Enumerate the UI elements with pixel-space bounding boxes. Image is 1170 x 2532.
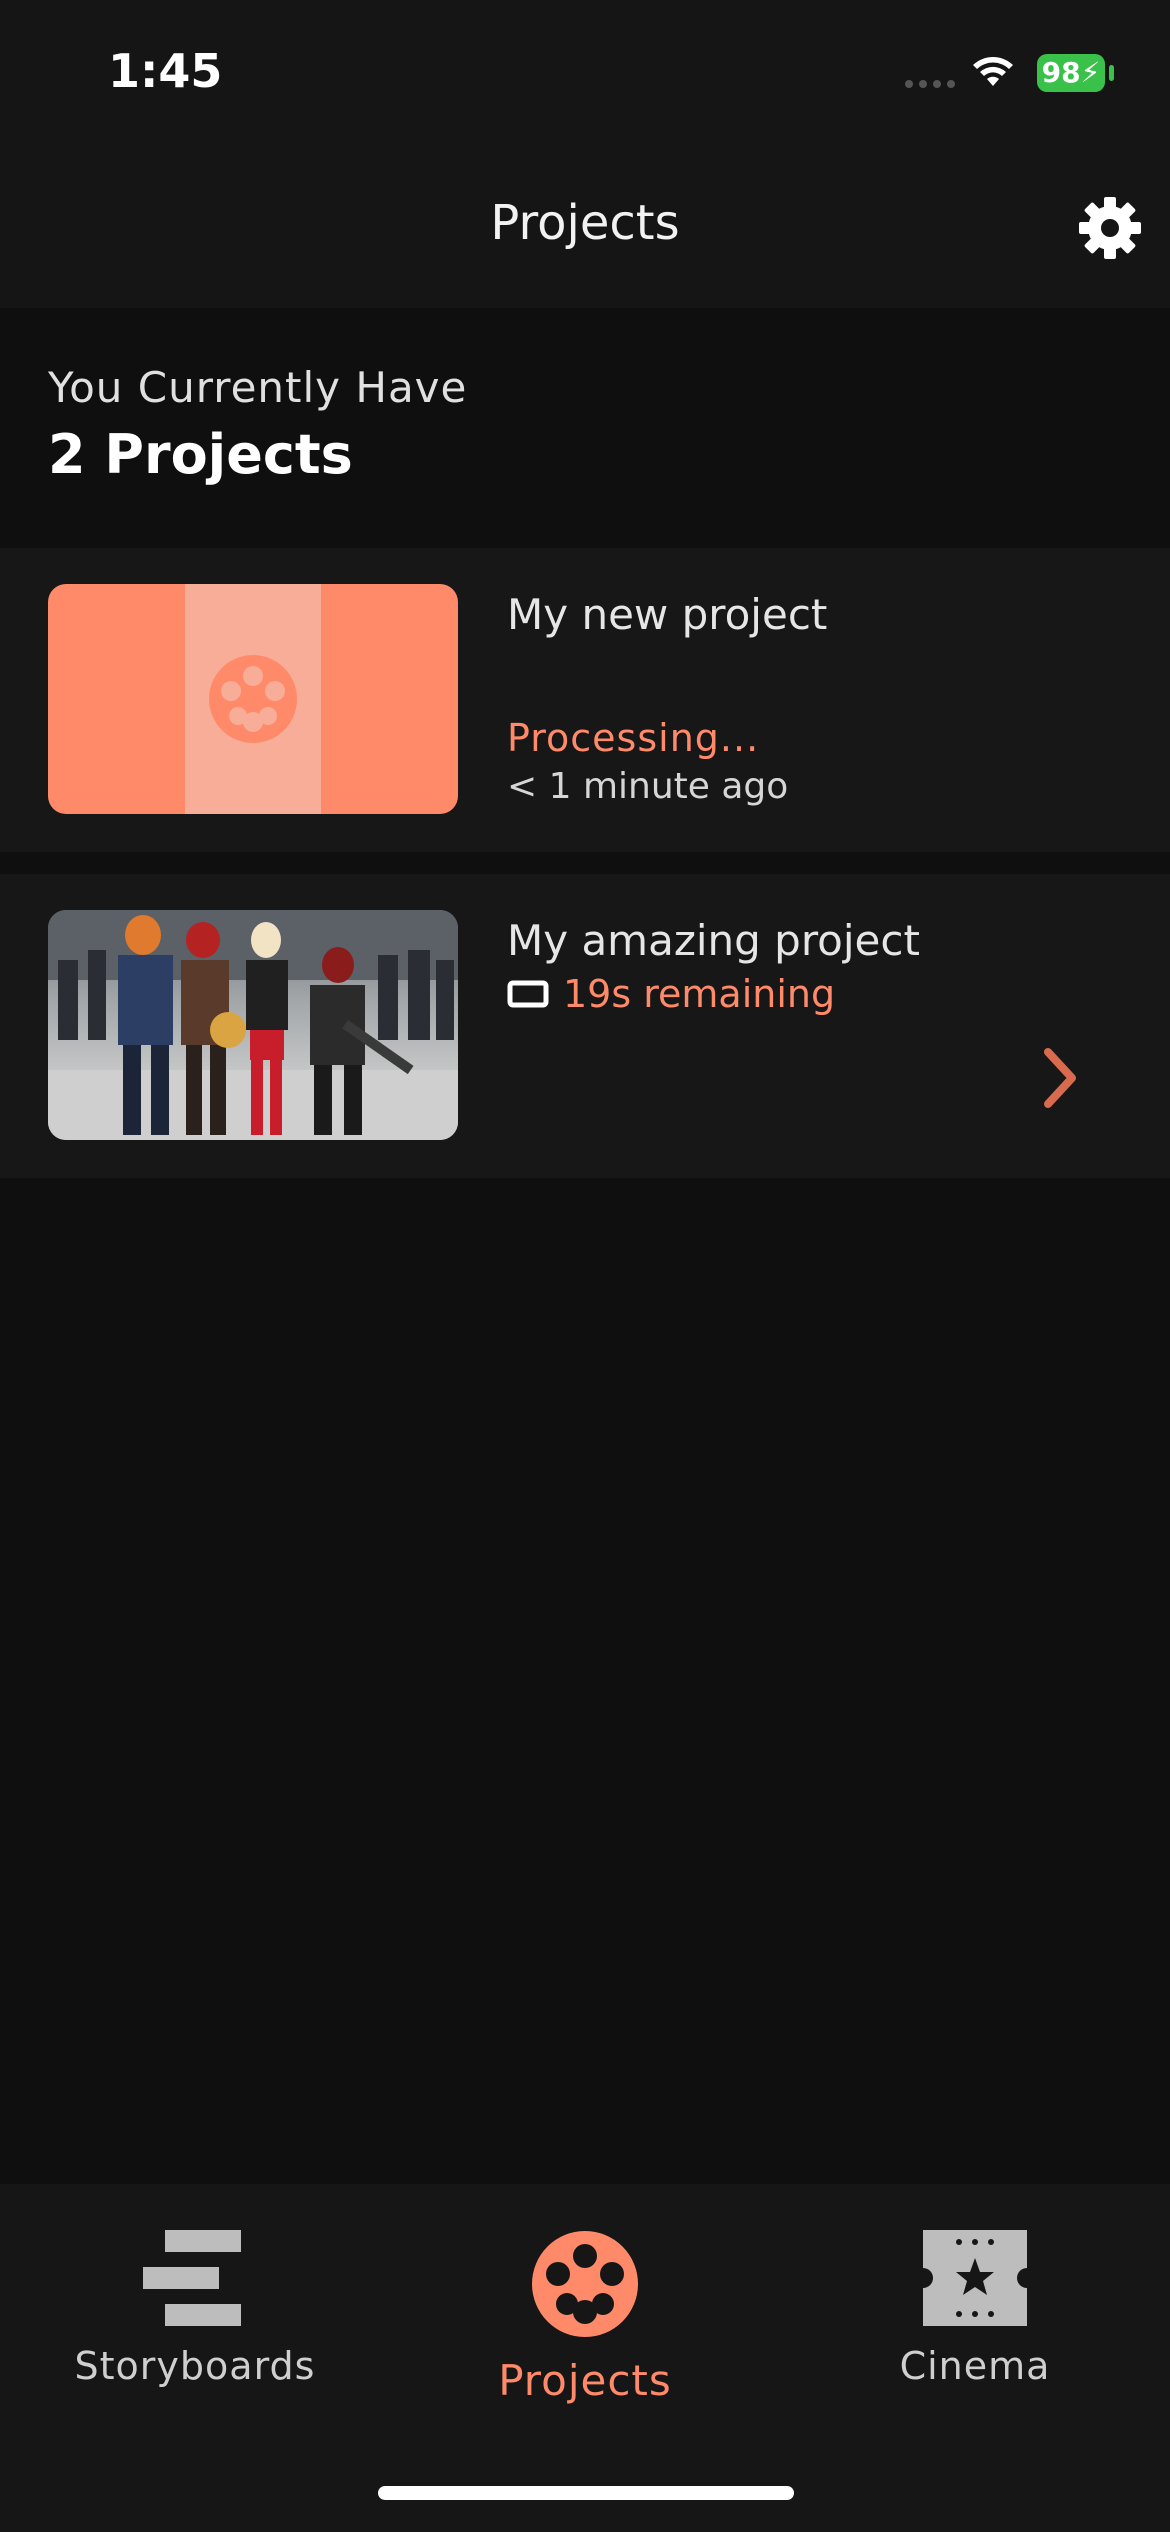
- project-timestamp: < 1 minute ago: [507, 766, 789, 807]
- wifi-icon: [973, 57, 1013, 86]
- tab-projects[interactable]: Projects: [425, 2230, 745, 2405]
- processing-status: Processing...: [507, 716, 760, 760]
- storyboard-icon: [143, 2230, 241, 2326]
- remaining-label: 19s remaining: [563, 972, 836, 1016]
- project-thumbnail-photo: [48, 910, 458, 1140]
- film-reel-icon: [532, 2231, 638, 2337]
- status-time: 1:45: [108, 44, 223, 98]
- charging-bolt-icon: ⚡: [1080, 56, 1101, 89]
- cellular-signal-icon: [905, 80, 955, 88]
- project-count: 2 Projects: [48, 423, 353, 486]
- status-bar: 1:45 98⚡: [0, 0, 1170, 140]
- navigation-bar: Projects: [0, 140, 1170, 308]
- tab-storyboards[interactable]: Storyboards: [35, 2230, 355, 2388]
- project-title: My new project: [507, 590, 828, 639]
- project-card[interactable]: My new project Processing... < 1 minute …: [0, 548, 1170, 852]
- cinema-ticket-icon: [923, 2230, 1027, 2326]
- gear-icon[interactable]: [1074, 192, 1146, 264]
- chevron-right-icon[interactable]: [1040, 1046, 1080, 1110]
- project-title: My amazing project: [507, 916, 920, 965]
- summary-label: You Currently Have: [48, 363, 468, 412]
- tab-cinema[interactable]: Cinema: [815, 2230, 1135, 2388]
- cosplay-group-photo: [48, 910, 458, 1140]
- tab-label: Storyboards: [74, 2344, 316, 2388]
- rectangle-icon: [507, 980, 549, 1008]
- film-reel-icon: [209, 655, 297, 743]
- project-card[interactable]: My amazing project 19s remaining: [0, 874, 1170, 1178]
- battery-level: 98: [1041, 56, 1081, 89]
- battery-indicator: 98⚡: [1037, 54, 1105, 92]
- home-indicator: [378, 2486, 794, 2500]
- project-thumbnail-placeholder: [48, 584, 458, 814]
- battery-cap: [1109, 65, 1114, 81]
- tab-label: Cinema: [899, 2344, 1051, 2388]
- tab-bar: Storyboards Projects Cinema: [0, 2184, 1170, 2532]
- remaining-time: 19s remaining: [507, 972, 835, 1016]
- tab-label: Projects: [498, 2356, 672, 2405]
- projects-summary: You Currently Have 2 Projects: [0, 308, 1170, 548]
- page-title: Projects: [490, 195, 680, 251]
